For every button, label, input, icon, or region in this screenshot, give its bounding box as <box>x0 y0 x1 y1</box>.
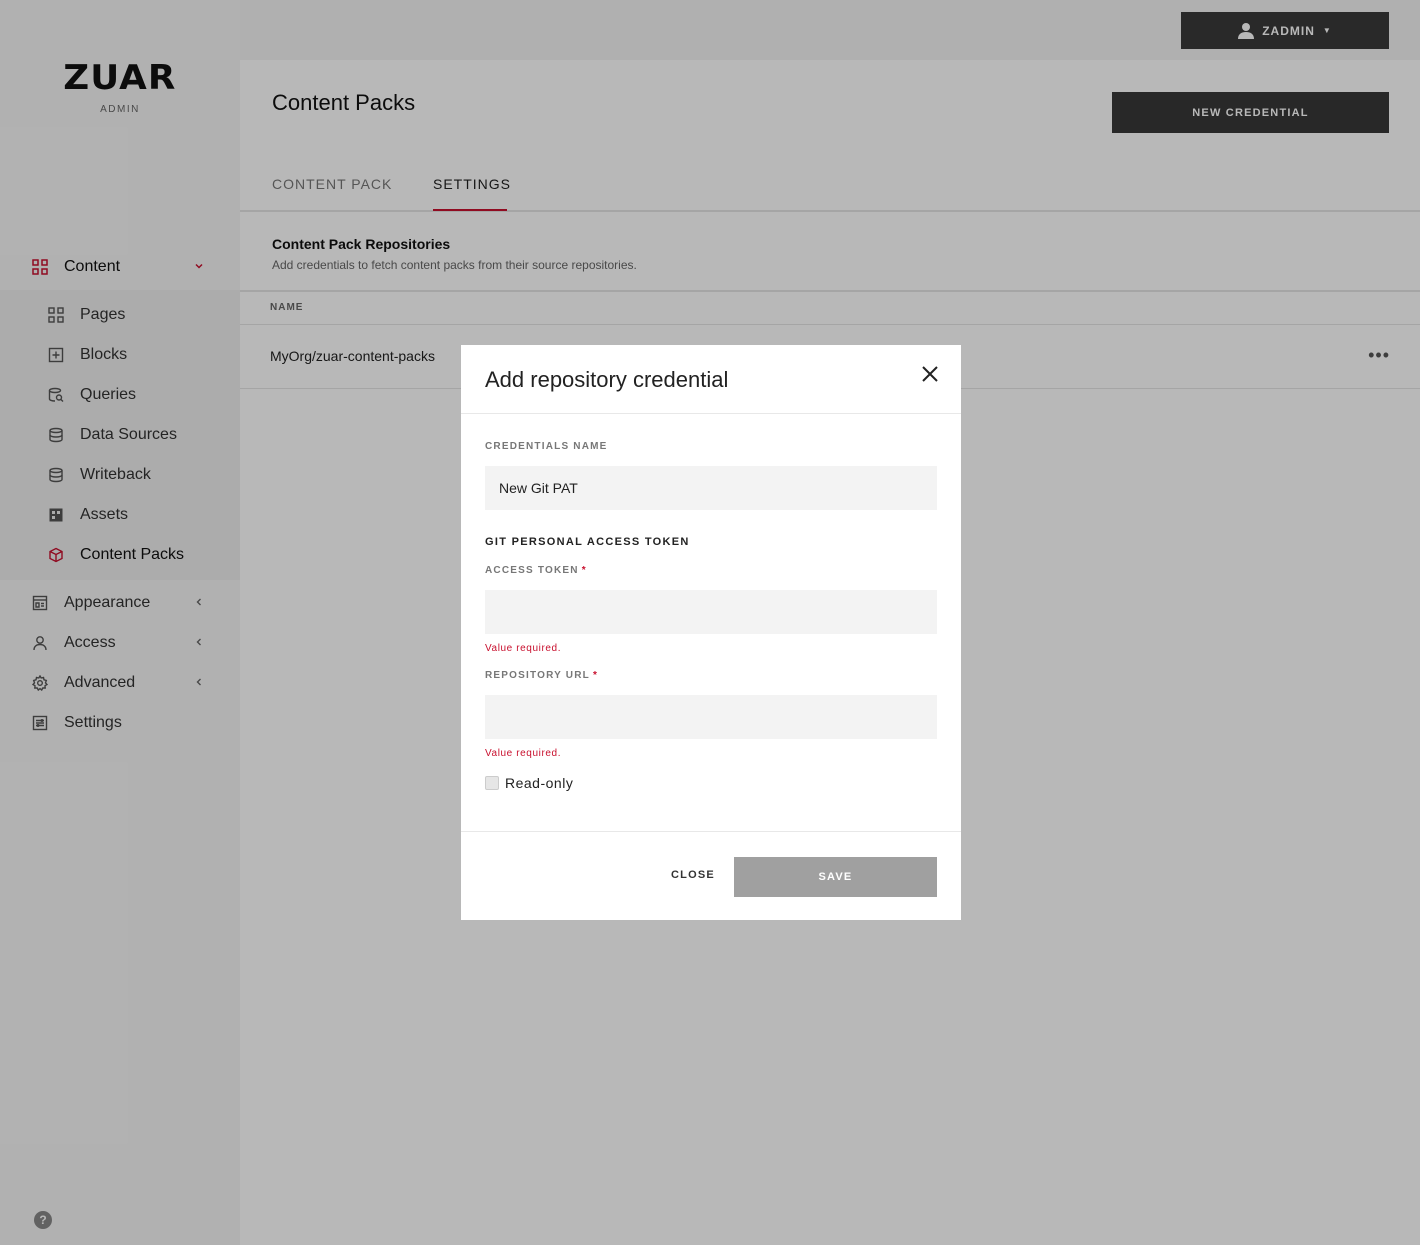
required-marker: * <box>581 565 587 576</box>
credentials-name-input[interactable] <box>485 466 937 510</box>
repository-url-label: REPOSITORY URL * <box>485 670 598 681</box>
access-token-input[interactable] <box>485 590 937 634</box>
credentials-name-label: CREDENTIALS NAME <box>485 441 608 452</box>
add-credential-dialog: Add repository credential CREDENTIALS NA… <box>461 345 961 920</box>
git-pat-group-label: GIT PERSONAL ACCESS TOKEN <box>485 536 690 548</box>
dialog-footer: CLOSE SAVE <box>461 831 961 920</box>
close-button[interactable]: CLOSE <box>671 869 715 881</box>
access-token-error: Value required. <box>485 643 562 654</box>
access-token-label-text: ACCESS TOKEN <box>485 565 579 576</box>
required-marker: * <box>592 670 599 681</box>
access-token-label: ACCESS TOKEN * <box>485 565 587 576</box>
repository-url-error: Value required. <box>485 748 562 759</box>
dialog-header: Add repository credential <box>461 345 961 414</box>
repository-url-label-text: REPOSITORY URL <box>485 670 590 681</box>
dialog-title: Add repository credential <box>485 367 729 392</box>
read-only-label[interactable]: Read-only <box>505 775 573 791</box>
read-only-option[interactable]: Read-only <box>485 775 573 791</box>
close-icon[interactable] <box>921 365 939 383</box>
read-only-checkbox[interactable] <box>485 776 499 790</box>
repository-url-input[interactable] <box>485 695 937 739</box>
save-button[interactable]: SAVE <box>734 857 937 897</box>
